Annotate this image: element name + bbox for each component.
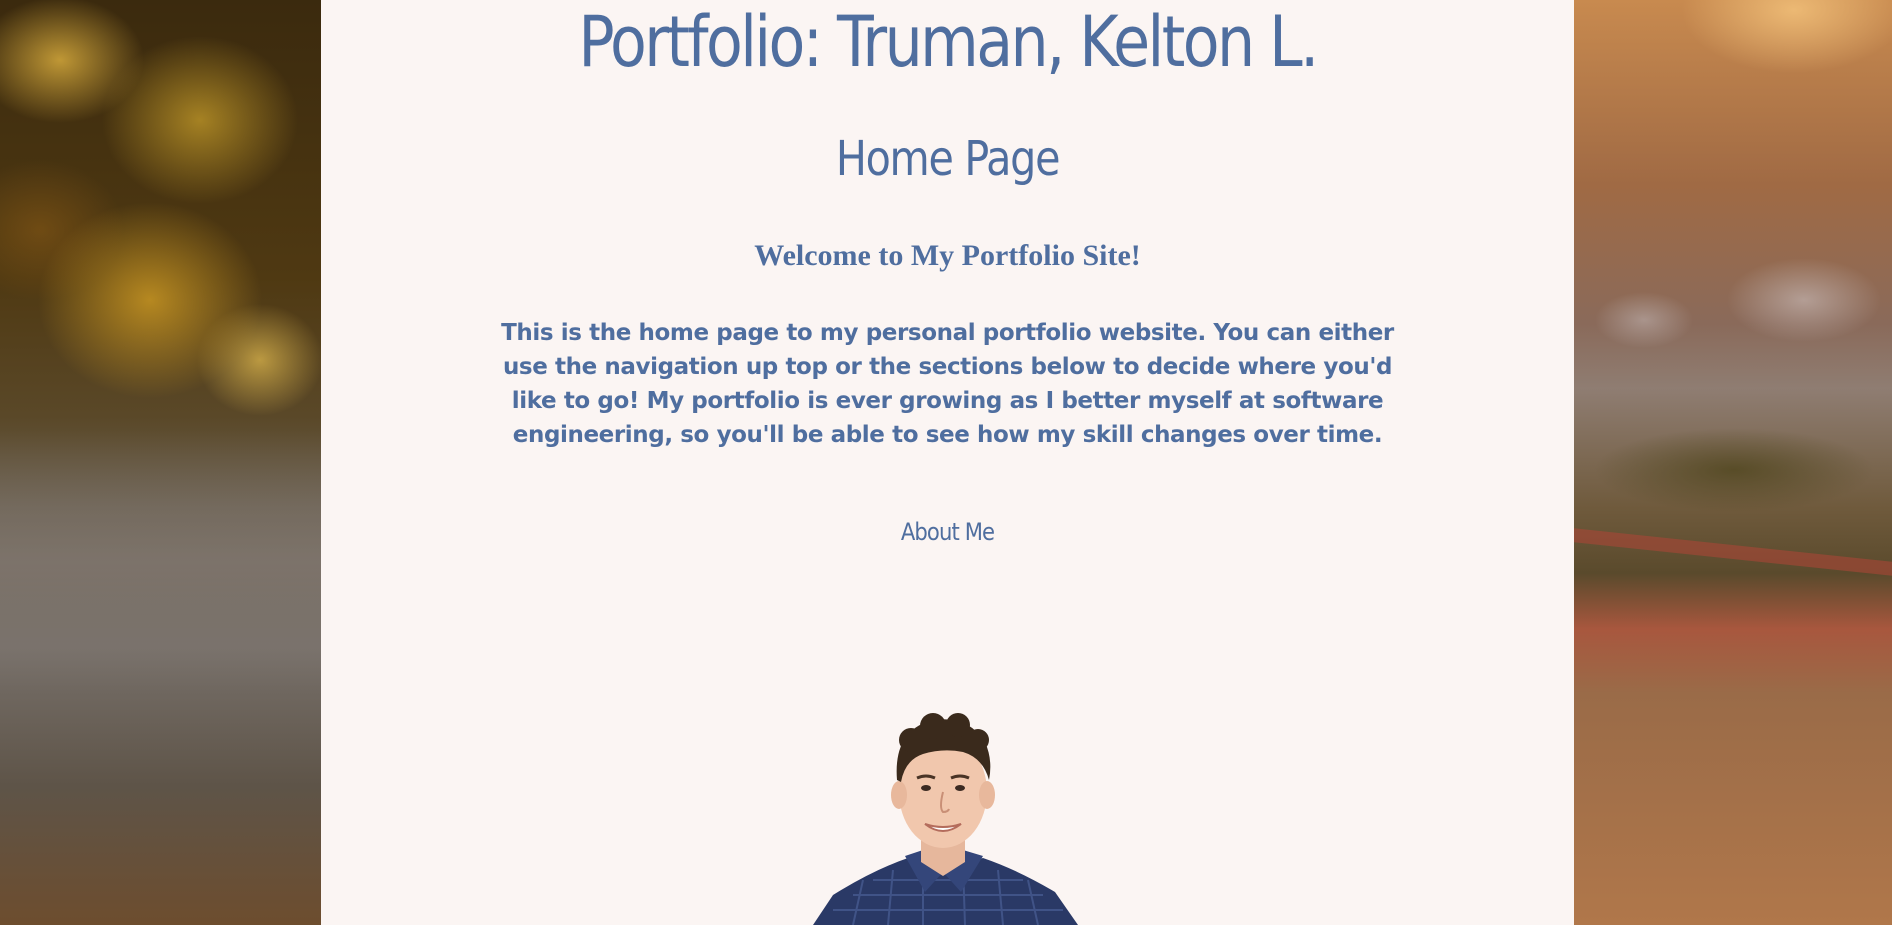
background-image-left bbox=[0, 0, 321, 925]
page-heading: Home Page bbox=[835, 131, 1061, 187]
site-title: Portfolio: Truman, Kelton L. bbox=[578, 1, 1319, 83]
intro-paragraph: This is the home page to my personal por… bbox=[501, 320, 1394, 448]
welcome-heading: Welcome to My Portfolio Site! bbox=[754, 239, 1141, 272]
background-image-right bbox=[1574, 0, 1892, 925]
profile-photo bbox=[813, 713, 1078, 925]
content-panel: Portfolio: Truman, Kelton L. Home Page W… bbox=[321, 0, 1574, 925]
about-me-section-link[interactable]: About Me bbox=[396, 515, 1499, 549]
